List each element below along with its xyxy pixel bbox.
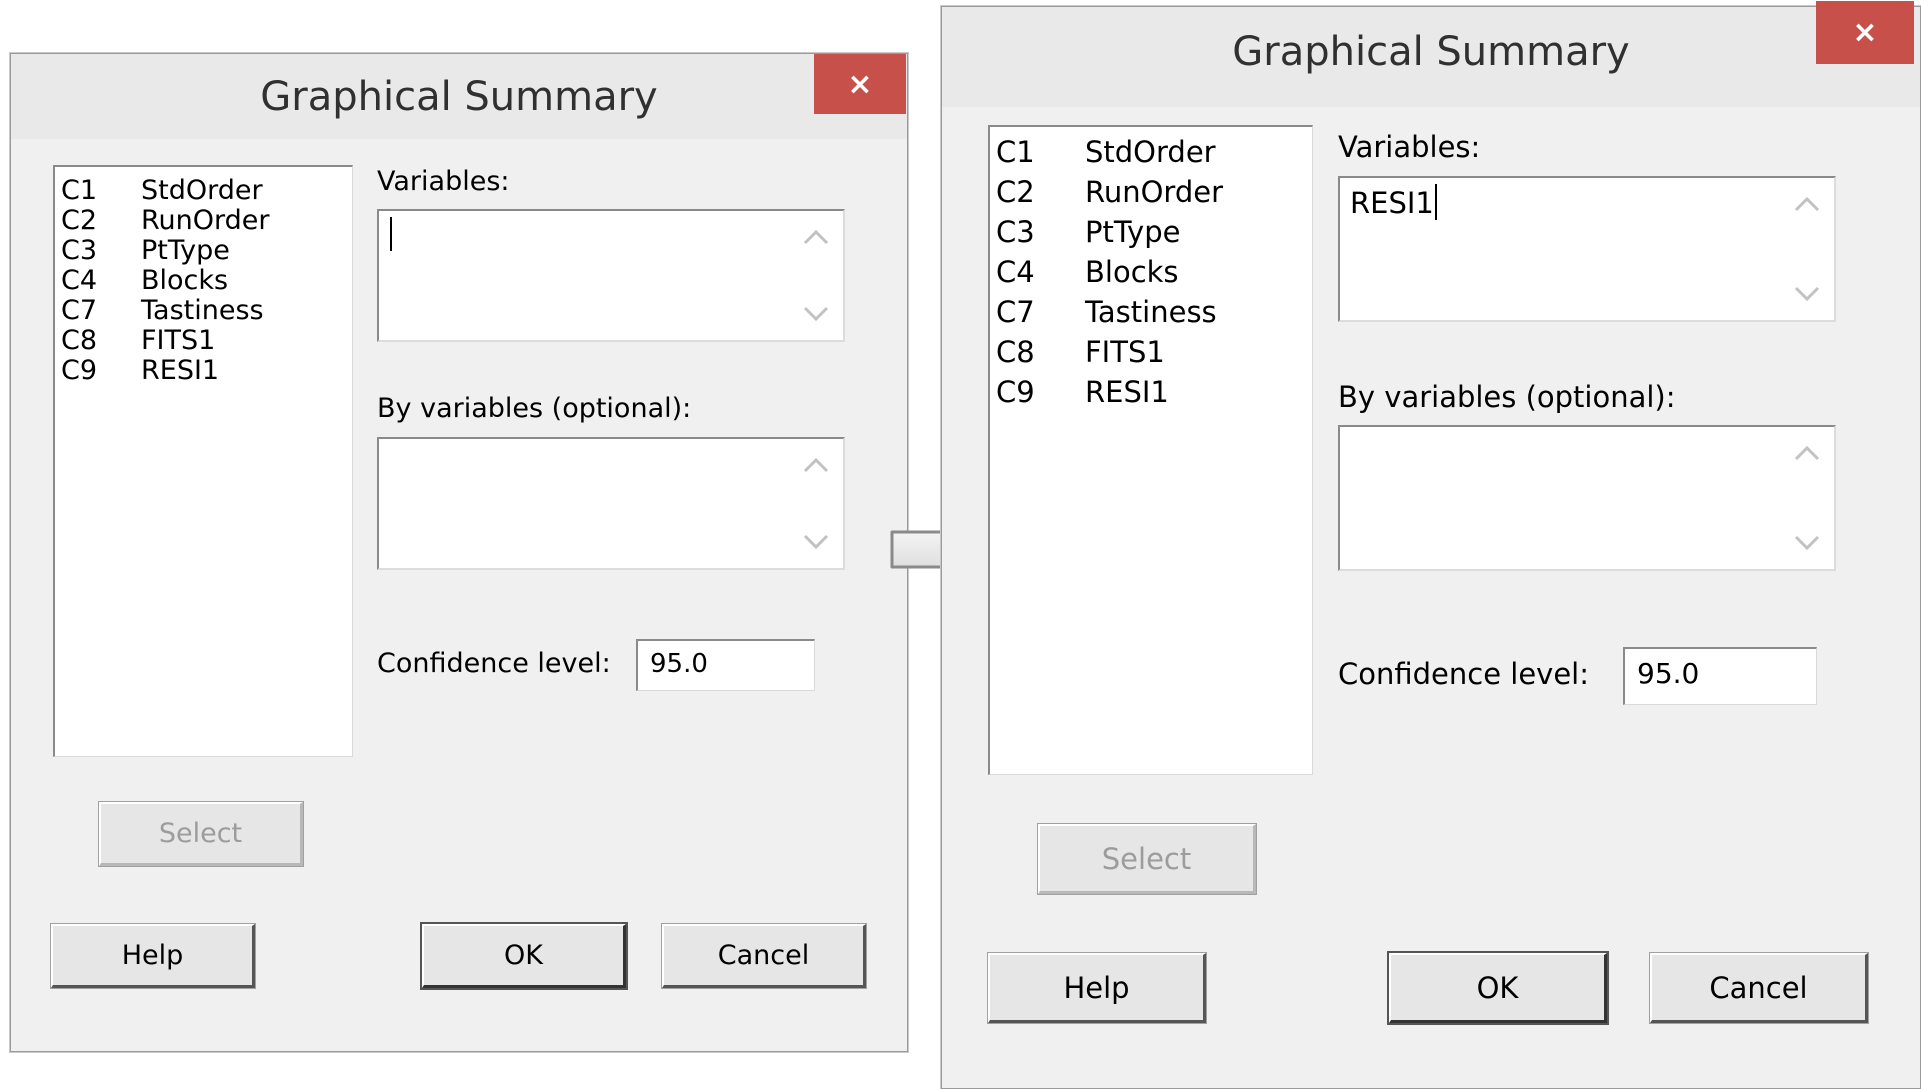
column-name: FITS1 — [1085, 335, 1165, 369]
scroll-up-icon[interactable] — [1792, 443, 1822, 463]
column-name: RunOrder — [1085, 175, 1224, 209]
column-name: PtType — [1085, 215, 1181, 249]
column-code: C9 — [996, 375, 1035, 409]
column-code: C2 — [996, 175, 1035, 209]
column-name: StdOrder — [1085, 135, 1216, 169]
column-code: C8 — [996, 335, 1035, 369]
column-name: RESI1 — [141, 355, 220, 386]
title-bar: Graphical Summary × — [11, 54, 907, 139]
variables-label: Variables: — [377, 166, 510, 197]
scroll-up-icon[interactable] — [1792, 194, 1822, 214]
column-code: C4 — [61, 265, 98, 296]
confidence-level-input[interactable]: 95.0 — [1623, 647, 1817, 705]
scroll-down-icon[interactable] — [1792, 284, 1822, 304]
scroll-down-icon[interactable] — [1792, 533, 1822, 553]
by-variables-field[interactable] — [1338, 425, 1836, 571]
confidence-level-label: Confidence level: — [377, 648, 611, 679]
close-icon: × — [1852, 15, 1878, 50]
column-name: RESI1 — [1085, 375, 1169, 409]
column-name: FITS1 — [141, 325, 216, 356]
column-code: C8 — [61, 325, 98, 356]
cancel-button[interactable]: Cancel — [661, 923, 867, 989]
close-icon: × — [847, 66, 873, 102]
column-code: C4 — [996, 255, 1035, 289]
column-code: C7 — [996, 295, 1035, 329]
column-listbox[interactable]: C1 StdOrder C2 RunOrder C3 PtType C4 Blo… — [988, 125, 1313, 775]
column-code: C3 — [61, 235, 98, 266]
list-item[interactable]: C8 FITS1 — [990, 335, 1312, 371]
dialog-title: Graphical Summary — [1232, 29, 1630, 75]
column-code: C2 — [61, 205, 98, 236]
variables-field[interactable]: RESI1 — [1338, 176, 1836, 322]
column-code: C9 — [61, 355, 98, 386]
confidence-level-input[interactable]: 95.0 — [636, 639, 815, 691]
column-name: Blocks — [141, 265, 229, 296]
list-item[interactable]: C4 Blocks — [990, 255, 1312, 291]
dialog-title: Graphical Summary — [260, 74, 658, 120]
select-button[interactable]: Select — [1037, 823, 1257, 895]
graphical-summary-dialog-after: Graphical Summary × C1 StdOrder C2 RunOr… — [941, 1, 1921, 1089]
column-code: C3 — [996, 215, 1035, 249]
column-name: StdOrder — [141, 175, 263, 206]
scroll-down-icon[interactable] — [801, 532, 831, 552]
by-variables-label: By variables (optional): — [1338, 380, 1676, 414]
graphical-summary-dialog-before: Graphical Summary × C1 StdOrder C2 RunOr… — [10, 53, 908, 1052]
scroll-up-icon[interactable] — [801, 455, 831, 475]
variables-label: Variables: — [1338, 130, 1481, 164]
list-item[interactable]: C9 RESI1 — [990, 375, 1312, 411]
column-name: Blocks — [1085, 255, 1179, 289]
column-code: C1 — [996, 135, 1035, 169]
ok-button[interactable]: OK — [1387, 951, 1609, 1025]
text-caret — [1434, 184, 1437, 220]
column-code: C1 — [61, 175, 98, 206]
column-name: Tastiness — [141, 295, 264, 326]
by-variables-field[interactable] — [377, 437, 845, 570]
select-button[interactable]: Select — [98, 801, 304, 867]
variables-value: RESI1 — [1350, 186, 1434, 220]
list-item[interactable]: C2 RunOrder — [990, 175, 1312, 211]
close-button[interactable]: × — [1816, 1, 1914, 64]
list-item[interactable]: C7 Tastiness — [990, 295, 1312, 331]
close-button[interactable]: × — [814, 54, 906, 114]
column-name: RunOrder — [141, 205, 270, 236]
list-item[interactable]: C1 StdOrder — [990, 135, 1312, 171]
column-name: PtType — [141, 235, 230, 266]
text-caret — [390, 217, 392, 251]
cancel-button[interactable]: Cancel — [1649, 952, 1869, 1024]
list-item[interactable]: C3 PtType — [990, 215, 1312, 251]
column-listbox[interactable]: C1 StdOrder C2 RunOrder C3 PtType C4 Blo… — [53, 165, 353, 757]
ok-button[interactable]: OK — [420, 922, 628, 990]
by-variables-label: By variables (optional): — [377, 393, 692, 424]
title-bar: Graphical Summary × — [942, 1, 1920, 107]
help-button[interactable]: Help — [50, 923, 256, 989]
scroll-down-icon[interactable] — [801, 304, 831, 324]
list-item[interactable]: C9 RESI1 — [55, 355, 352, 391]
column-code: C7 — [61, 295, 98, 326]
variables-field[interactable] — [377, 209, 845, 342]
column-name: Tastiness — [1085, 295, 1217, 329]
scroll-up-icon[interactable] — [801, 227, 831, 247]
confidence-level-label: Confidence level: — [1338, 657, 1590, 691]
help-button[interactable]: Help — [987, 952, 1207, 1024]
